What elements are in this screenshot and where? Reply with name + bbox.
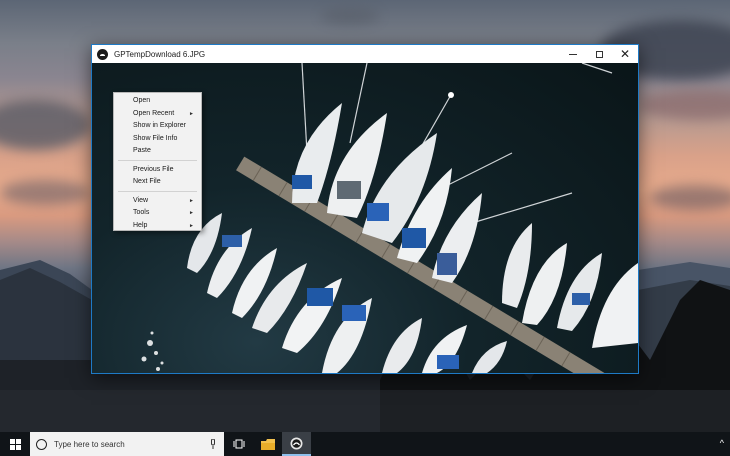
minimize-icon (569, 53, 577, 55)
start-button[interactable] (0, 432, 30, 456)
taskbar: Type here to search ^ (0, 432, 730, 456)
folder-icon (260, 438, 275, 450)
menu-item-show-in-explorer[interactable]: Show in Explorer (114, 120, 201, 133)
submenu-arrow-icon: ► (189, 222, 194, 229)
menu-item-show-file-info[interactable]: Show File Info (114, 133, 201, 146)
menu-item-open[interactable]: Open (114, 95, 201, 108)
file-explorer-button[interactable] (253, 432, 282, 456)
close-icon: ✕ (619, 47, 631, 61)
task-view-icon (233, 439, 244, 449)
show-hidden-icons-chevron-icon[interactable]: ^ (720, 438, 724, 448)
menu-item-help[interactable]: Help ► (114, 220, 201, 233)
submenu-arrow-icon: ► (189, 110, 194, 117)
image-viewer-taskbar-button[interactable] (282, 432, 311, 456)
menu-item-next-file[interactable]: Next File (114, 176, 201, 189)
menu-item-open-recent[interactable]: Open Recent ► (114, 108, 201, 121)
submenu-arrow-icon: ► (189, 197, 194, 204)
taskbar-search-box[interactable]: Type here to search (30, 432, 224, 456)
context-menu: Open Open Recent ► Show in Explorer Show … (113, 92, 202, 231)
microphone-icon[interactable] (210, 439, 216, 449)
windows-logo-icon (9, 438, 21, 450)
title-bar[interactable]: GPTempDownload 6.JPG ✕ (92, 45, 638, 63)
menu-item-previous-file[interactable]: Previous File (114, 164, 201, 177)
task-view-button[interactable] (224, 432, 253, 456)
search-placeholder: Type here to search (54, 439, 125, 449)
minimize-button[interactable] (560, 45, 586, 63)
app-icon (97, 48, 108, 60)
maximize-button[interactable] (586, 45, 612, 63)
menu-separator (118, 191, 197, 192)
submenu-arrow-icon: ► (189, 210, 194, 216)
window-title: GPTempDownload 6.JPG (114, 49, 206, 59)
close-button[interactable]: ✕ (612, 45, 638, 63)
menu-item-view[interactable]: View ► (114, 195, 201, 208)
menu-item-paste[interactable]: Paste (114, 145, 201, 158)
image-viewer-app-icon (290, 437, 303, 449)
maximize-icon (595, 50, 603, 58)
menu-item-tools[interactable]: Tools ► (114, 207, 201, 220)
cortana-icon (36, 438, 47, 450)
menu-separator (118, 160, 197, 161)
